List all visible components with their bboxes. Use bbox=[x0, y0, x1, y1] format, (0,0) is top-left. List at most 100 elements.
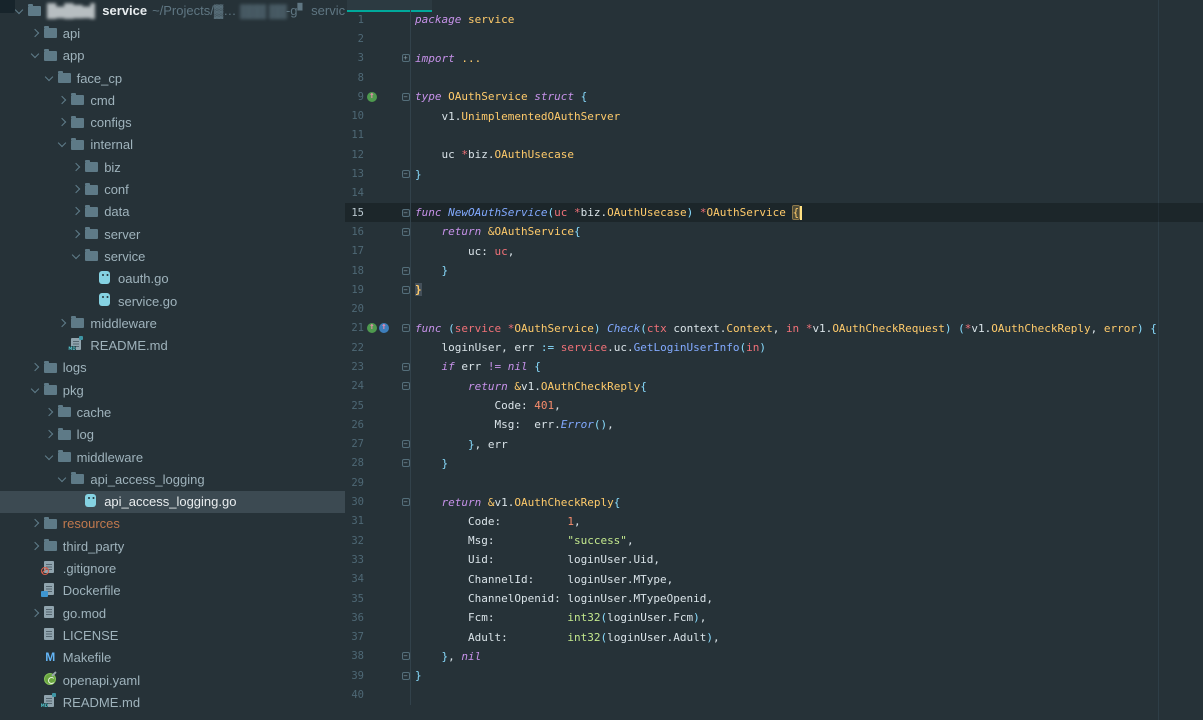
chevron-down-icon[interactable] bbox=[71, 251, 82, 262]
chevron-right-icon[interactable] bbox=[44, 407, 55, 418]
fold-marker-icon[interactable]: − bbox=[402, 286, 410, 294]
code-line-12[interactable]: 12 uc *biz.OAuthUsecase bbox=[345, 145, 1203, 164]
fold-marker-icon[interactable]: − bbox=[402, 228, 410, 236]
line-number[interactable]: 32 bbox=[345, 535, 364, 547]
line-number[interactable]: 28 bbox=[345, 457, 364, 469]
chevron-down-icon[interactable] bbox=[30, 385, 41, 396]
code-line-13[interactable]: 13−} bbox=[345, 164, 1203, 183]
code-line-17[interactable]: 17 uc: uc, bbox=[345, 242, 1203, 261]
line-number[interactable]: 23 bbox=[345, 361, 364, 373]
line-number[interactable]: 38 bbox=[345, 650, 364, 662]
code-line-24[interactable]: 24− return &v1.OAuthCheckReply{ bbox=[345, 377, 1203, 396]
code-line-30[interactable]: 30− return &v1.OAuthCheckReply{ bbox=[345, 492, 1203, 511]
fold-marker-icon[interactable]: − bbox=[402, 363, 410, 371]
line-number[interactable]: 40 bbox=[345, 689, 364, 701]
code-line-14[interactable]: 14 bbox=[345, 184, 1203, 203]
line-number[interactable]: 24 bbox=[345, 380, 364, 392]
fold-marker-icon[interactable]: − bbox=[402, 324, 410, 332]
chevron-down-icon[interactable] bbox=[57, 474, 68, 485]
code-line-39[interactable]: 39−} bbox=[345, 666, 1203, 685]
tree-item-.gitignore[interactable]: .gitignore bbox=[0, 557, 345, 579]
tree-item-third_party[interactable]: third_party bbox=[0, 535, 345, 557]
code-line-29[interactable]: 29 bbox=[345, 473, 1203, 492]
chevron-down-icon[interactable] bbox=[30, 50, 41, 61]
line-number[interactable]: 22 bbox=[345, 342, 364, 354]
line-number[interactable]: 39 bbox=[345, 670, 364, 682]
line-number[interactable]: 31 bbox=[345, 515, 364, 527]
line-number[interactable]: 3 bbox=[345, 52, 364, 64]
chevron-right-icon[interactable] bbox=[30, 518, 41, 529]
line-number[interactable]: 10 bbox=[345, 110, 364, 122]
line-number[interactable]: 2 bbox=[345, 33, 364, 45]
chevron-down-icon[interactable] bbox=[44, 452, 55, 463]
line-number[interactable]: 15 bbox=[345, 207, 364, 219]
code-line-2[interactable]: 2 bbox=[345, 29, 1203, 48]
tree-item-resources[interactable]: resources bbox=[0, 513, 345, 535]
chevron-right-icon[interactable] bbox=[30, 362, 41, 373]
tree-item-service[interactable]: service bbox=[0, 245, 345, 267]
chevron-right-icon[interactable] bbox=[57, 318, 68, 329]
code-line-33[interactable]: 33 Uid: loginUser.Uid, bbox=[345, 550, 1203, 569]
line-number[interactable]: 27 bbox=[345, 438, 364, 450]
implements-gutter-icon[interactable]: ↑ bbox=[367, 323, 377, 333]
chevron-down-icon[interactable] bbox=[44, 73, 55, 84]
fold-marker-icon[interactable]: − bbox=[402, 459, 410, 467]
tree-item-service.go[interactable]: service.go bbox=[0, 290, 345, 312]
code-line-35[interactable]: 35 ChannelOpenid: loginUser.MTypeOpenid, bbox=[345, 589, 1203, 608]
line-number[interactable]: 25 bbox=[345, 400, 364, 412]
tree-item-biz[interactable]: biz bbox=[0, 156, 345, 178]
code-line-3[interactable]: 3+import ... bbox=[345, 49, 1203, 68]
line-number[interactable]: 9 bbox=[345, 91, 364, 103]
line-number[interactable]: 18 bbox=[345, 265, 364, 277]
tree-item-api[interactable]: api bbox=[0, 22, 345, 44]
tree-item-conf[interactable]: conf bbox=[0, 178, 345, 200]
code-line-20[interactable]: 20 bbox=[345, 299, 1203, 318]
fold-marker-icon[interactable]: − bbox=[402, 382, 410, 390]
fold-marker-icon[interactable]: − bbox=[402, 440, 410, 448]
fold-marker-icon[interactable]: − bbox=[402, 672, 410, 680]
chevron-down-icon[interactable] bbox=[57, 139, 68, 150]
tree-item-log[interactable]: log bbox=[0, 424, 345, 446]
tree-item-app[interactable]: app bbox=[0, 45, 345, 67]
fold-marker-icon[interactable]: − bbox=[402, 498, 410, 506]
code-line-27[interactable]: 27− }, err bbox=[345, 435, 1203, 454]
line-number[interactable]: 20 bbox=[345, 303, 364, 315]
line-number[interactable]: 19 bbox=[345, 284, 364, 296]
code-line-28[interactable]: 28− } bbox=[345, 454, 1203, 473]
code-editor[interactable]: 1package service23+import ...89↑−type OA… bbox=[345, 0, 1203, 705]
line-number[interactable]: 26 bbox=[345, 419, 364, 431]
tree-item-api_access_logging[interactable]: api_access_logging bbox=[0, 468, 345, 490]
chevron-right-icon[interactable] bbox=[71, 229, 82, 240]
line-number[interactable]: 1 bbox=[345, 14, 364, 26]
code-line-15[interactable]: 15−func NewOAuthService(uc *biz.OAuthUse… bbox=[345, 203, 1203, 222]
tree-item-configs[interactable]: configs bbox=[0, 111, 345, 133]
tree-root-row[interactable]: █▆█▇▆▌ service ~/Projects/▓… ▓▓▓ ▓▓-g▘ s… bbox=[0, 0, 345, 22]
line-number[interactable]: 33 bbox=[345, 554, 364, 566]
chevron-right-icon[interactable] bbox=[57, 117, 68, 128]
tree-item-README.md[interactable]: MDREADME.md bbox=[0, 334, 345, 356]
code-line-25[interactable]: 25 Code: 401, bbox=[345, 396, 1203, 415]
tree-item-internal[interactable]: internal bbox=[0, 134, 345, 156]
chevron-right-icon[interactable] bbox=[30, 608, 41, 619]
code-line-37[interactable]: 37 Adult: int32(loginUser.Adult), bbox=[345, 628, 1203, 647]
tree-item-oauth.go[interactable]: oauth.go bbox=[0, 268, 345, 290]
tree-item-go.mod[interactable]: go.mod bbox=[0, 602, 345, 624]
line-number[interactable]: 21 bbox=[345, 322, 364, 334]
tree-item-logs[interactable]: logs bbox=[0, 357, 345, 379]
line-number[interactable]: 13 bbox=[345, 168, 364, 180]
fold-marker-icon[interactable]: − bbox=[402, 170, 410, 178]
line-number[interactable]: 37 bbox=[345, 631, 364, 643]
overrides-gutter-icon[interactable]: ↑ bbox=[379, 323, 389, 333]
chevron-down-icon[interactable] bbox=[14, 6, 25, 17]
chevron-right-icon[interactable] bbox=[71, 206, 82, 217]
code-line-18[interactable]: 18− } bbox=[345, 261, 1203, 280]
tree-item-server[interactable]: server bbox=[0, 223, 345, 245]
code-line-26[interactable]: 26 Msg: err.Error(), bbox=[345, 415, 1203, 434]
line-number[interactable]: 11 bbox=[345, 129, 364, 141]
line-number[interactable]: 17 bbox=[345, 245, 364, 257]
line-number[interactable]: 34 bbox=[345, 573, 364, 585]
code-line-8[interactable]: 8 bbox=[345, 68, 1203, 87]
tree-item-cmd[interactable]: cmd bbox=[0, 89, 345, 111]
chevron-right-icon[interactable] bbox=[30, 28, 41, 39]
code-line-9[interactable]: 9↑−type OAuthService struct { bbox=[345, 87, 1203, 106]
